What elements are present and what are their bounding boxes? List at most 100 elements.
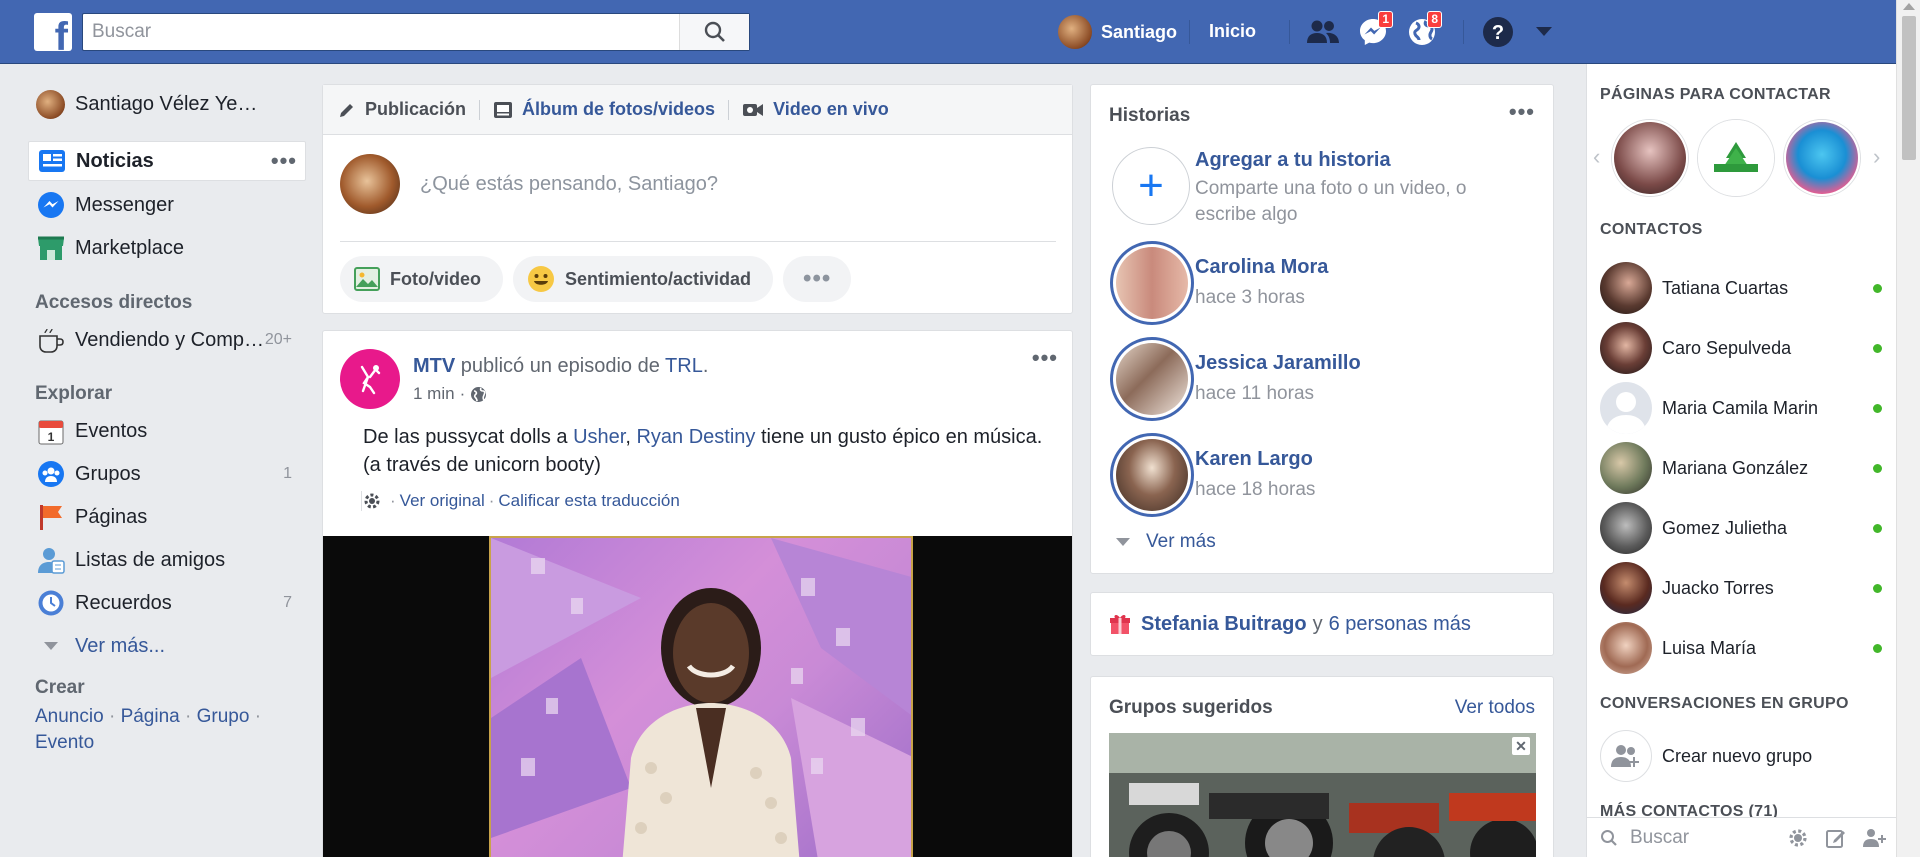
post-options-button[interactable]: ••• — [1032, 345, 1058, 371]
contact-item[interactable]: Tatiana Cuartas — [1600, 262, 1890, 314]
search-input[interactable] — [83, 14, 678, 50]
story-avatar — [1110, 433, 1194, 517]
carousel-next-button[interactable]: › — [1873, 144, 1880, 170]
video-player[interactable] — [323, 536, 1072, 857]
create-group-link[interactable]: Grupo — [197, 706, 250, 727]
photo-video-button[interactable]: Foto/video — [340, 256, 503, 302]
group-cover-image[interactable]: ✕ — [1109, 733, 1536, 857]
page-avatar[interactable] — [1612, 120, 1688, 196]
sidebar-item-news-feed[interactable]: Noticias ••• — [28, 141, 306, 181]
add-story-button[interactable]: + — [1112, 147, 1190, 225]
contact-item[interactable]: Maria Camila Marin — [1600, 382, 1890, 434]
sidebar-item-pages[interactable]: Páginas — [28, 497, 306, 537]
sidebar-item-memories[interactable]: Recuerdos 7 — [28, 583, 306, 623]
see-more-link[interactable]: Ver más... — [28, 626, 306, 666]
avatar — [1058, 15, 1092, 49]
composer-input-area[interactable]: ¿Qué estás pensando, Santiago? — [340, 154, 1056, 242]
friend-requests-button[interactable] — [1305, 14, 1341, 50]
bosque-verde-logo — [1714, 142, 1758, 172]
chat-search-input[interactable] — [1630, 826, 1780, 849]
globe-icon[interactable] — [470, 386, 487, 403]
post-timestamp[interactable]: 1 min — [413, 384, 455, 404]
more-options-icon[interactable]: ••• — [271, 148, 297, 174]
story-time: hace 18 horas — [1195, 479, 1316, 500]
add-story-subtitle: Comparte una foto o un video, o escribe … — [1195, 178, 1467, 225]
more-options-icon: ••• — [1031, 345, 1058, 370]
stories-title: Historias — [1109, 105, 1191, 126]
video-frame — [489, 536, 913, 857]
create-event-link[interactable]: Evento — [35, 732, 94, 753]
mention-link[interactable]: Usher — [573, 426, 625, 448]
birthday-name-link[interactable]: Stefania Buitrago — [1141, 613, 1307, 636]
create-group-button[interactable]: Crear nuevo grupo — [1600, 730, 1890, 782]
stories-panel: Historias ••• + Agregar a tu historia Co… — [1090, 84, 1554, 574]
messenger-icon — [36, 191, 65, 220]
create-page-link[interactable]: Página — [121, 706, 180, 727]
notifications-button[interactable]: 8 — [1404, 11, 1442, 50]
search-icon — [1601, 829, 1617, 846]
contact-item[interactable]: Mariana González — [1600, 442, 1890, 494]
notifications-badge: 8 — [1427, 11, 1442, 28]
search-button[interactable] — [679, 14, 749, 50]
avatar — [1600, 562, 1652, 614]
tab-photo-album[interactable]: Álbum de fotos/videos — [493, 99, 715, 120]
add-story-title[interactable]: Agregar a tu historia — [1195, 149, 1391, 172]
compose-icon[interactable] — [1825, 827, 1847, 849]
mention-link[interactable]: Ryan Destiny — [636, 426, 755, 448]
coffee-cup-icon — [36, 326, 65, 355]
more-composer-options-button[interactable]: ••• — [783, 256, 852, 302]
page-avatar[interactable] — [1698, 120, 1774, 196]
composer-tabs: Publicación Álbum de fotos/videos Video … — [323, 85, 1072, 135]
stories-options-button[interactable]: ••• — [1509, 99, 1535, 125]
messages-button[interactable]: 1 — [1355, 11, 1393, 50]
contact-item[interactable]: Luisa María — [1600, 622, 1890, 674]
contact-item[interactable]: Caro Sepulveda — [1600, 322, 1890, 374]
scrollbar-thumb[interactable] — [1902, 16, 1916, 160]
show-link[interactable]: TRL — [665, 355, 703, 377]
online-status-indicator — [1873, 343, 1882, 353]
help-button[interactable]: ? — [1480, 14, 1516, 50]
page-scrollbar[interactable] — [1896, 0, 1920, 857]
facebook-logo[interactable]: f — [34, 13, 72, 51]
sidebar-item-marketplace[interactable]: Marketplace — [28, 228, 306, 268]
tab-live-video[interactable]: Video en vivo — [742, 99, 889, 120]
stories-see-more-link[interactable]: Ver más — [1116, 531, 1216, 553]
birthday-reminder[interactable]: Stefania Buitrago y 6 personas más — [1090, 592, 1554, 656]
gear-icon[interactable] — [1787, 827, 1809, 849]
contact-item[interactable]: Juacko Torres — [1600, 562, 1890, 614]
tab-post[interactable]: Publicación — [338, 99, 466, 120]
svg-text:?: ? — [1492, 22, 1504, 44]
avatar — [1600, 382, 1652, 434]
feeling-activity-button[interactable]: Sentimiento/actividad — [513, 256, 774, 302]
online-status-indicator — [1873, 283, 1882, 293]
contact-item[interactable]: Gomez Julietha — [1600, 502, 1890, 554]
sidebar-item-messenger[interactable]: Messenger — [28, 185, 306, 225]
birthday-others-link[interactable]: 6 personas más — [1329, 613, 1471, 636]
button-label: Sentimiento/actividad — [565, 268, 752, 289]
see-all-groups-link[interactable]: Ver todos — [1455, 697, 1535, 719]
see-original-link[interactable]: Ver original — [400, 491, 485, 511]
close-icon[interactable]: ✕ — [1512, 737, 1530, 755]
create-ad-link[interactable]: Anuncio — [35, 706, 104, 727]
scroll-up-arrow-icon[interactable] — [1903, 3, 1915, 10]
home-link[interactable]: Inicio — [1209, 21, 1256, 42]
add-friends-icon[interactable] — [1863, 827, 1887, 849]
settings-gear-icon[interactable] — [362, 491, 382, 511]
post-author-link[interactable]: MTV — [413, 355, 455, 377]
page-avatar[interactable] — [340, 349, 400, 409]
post-message: De las pussycat dolls a Usher, Ryan Dest… — [363, 423, 1043, 479]
profile-link[interactable]: Santiago — [1058, 14, 1177, 50]
rate-translation-link[interactable]: Calificar esta traducción — [498, 491, 679, 511]
sidebar-item-friend-lists[interactable]: Listas de amigos — [28, 540, 306, 580]
account-menu-button[interactable] — [1526, 14, 1562, 50]
carousel-prev-button[interactable]: ‹ — [1593, 144, 1600, 170]
page-avatar[interactable] — [1784, 120, 1860, 196]
shortcut-group-link[interactable]: Vendiendo y Comp… 20+ — [28, 320, 306, 360]
avatar — [36, 90, 65, 119]
sidebar-item-label: Eventos — [75, 419, 148, 442]
sidebar-item-groups[interactable]: Grupos 1 — [28, 454, 306, 494]
sidebar-item-events[interactable]: 1 Eventos — [28, 411, 306, 451]
sidebar-profile-link[interactable]: Santiago Vélez Ye… — [36, 90, 257, 119]
composer-placeholder[interactable]: ¿Qué estás pensando, Santiago? — [420, 173, 718, 196]
avatar — [1600, 442, 1652, 494]
